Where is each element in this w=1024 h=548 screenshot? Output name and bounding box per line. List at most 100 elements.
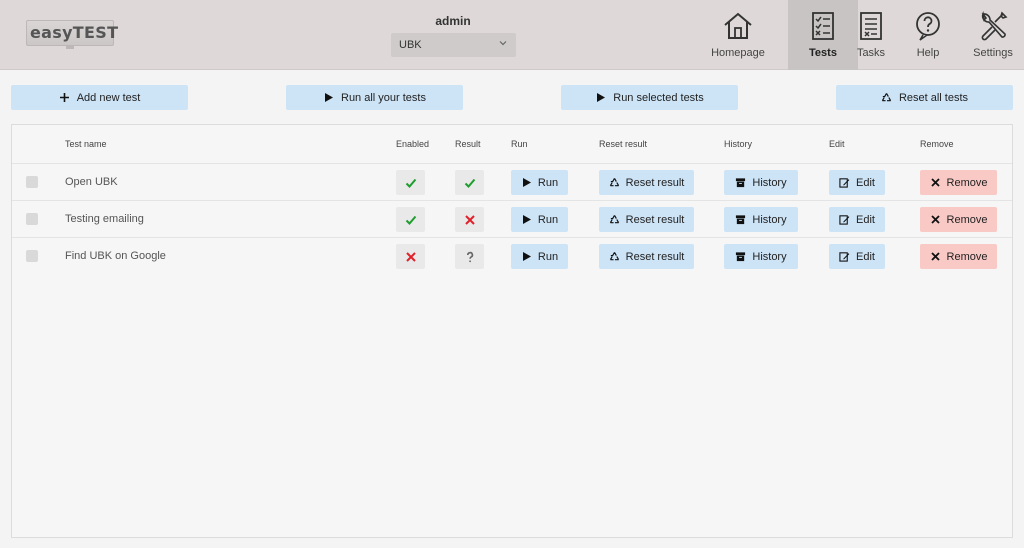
- run-button-label: Run: [537, 250, 559, 263]
- reset-result-label: Reset result: [625, 176, 685, 189]
- remove-button-label: Remove: [946, 250, 988, 263]
- test-name: Testing emailing: [65, 213, 144, 225]
- cross-icon: [405, 251, 416, 262]
- app-header: easyTEST admin UBK Homepage Tests Tasks …: [0, 0, 1024, 70]
- settings-icon: [981, 10, 1008, 41]
- column-header-run: Run: [511, 139, 528, 149]
- app-logo[interactable]: easyTEST: [26, 20, 119, 50]
- close-icon: [930, 215, 940, 224]
- nav-settings-label: Settings: [973, 47, 1013, 59]
- reset-all-tests-label: Reset all tests: [898, 91, 969, 104]
- column-header-remove: Remove: [920, 139, 954, 149]
- question-icon: [466, 251, 473, 262]
- test-name: Open UBK: [65, 176, 118, 188]
- edit-icon: [839, 215, 850, 225]
- edit-icon: [839, 178, 850, 188]
- remove-button[interactable]: Remove: [920, 170, 997, 195]
- plus-icon: [59, 93, 69, 102]
- history-button[interactable]: History: [724, 170, 798, 195]
- row-select-checkbox[interactable]: [26, 250, 38, 262]
- reset-result-label: Reset result: [625, 213, 685, 226]
- column-header-history: History: [724, 139, 753, 149]
- check-icon: [405, 178, 416, 188]
- close-icon: [930, 252, 940, 261]
- enabled-status: [396, 207, 425, 232]
- nav-homepage[interactable]: Homepage: [703, 0, 773, 70]
- recycle-icon: [881, 93, 892, 102]
- row-select-checkbox[interactable]: [26, 176, 38, 188]
- reset-result-button[interactable]: Reset result: [599, 170, 694, 195]
- enabled-status: [396, 244, 425, 269]
- play-icon: [522, 252, 531, 261]
- nav-help[interactable]: Help: [893, 0, 963, 70]
- column-header-result: Result: [455, 139, 481, 149]
- help-icon: [916, 12, 940, 41]
- row-select-checkbox[interactable]: [26, 213, 38, 225]
- edit-button[interactable]: Edit: [829, 244, 885, 269]
- nav-settings[interactable]: Settings: [958, 0, 1024, 70]
- tests-table: Test name Enabled Result Run Reset resul…: [11, 124, 1013, 538]
- play-icon: [325, 93, 333, 102]
- recycle-icon: [609, 252, 619, 261]
- run-selected-tests-label: Run selected tests: [613, 91, 704, 104]
- nav-help-label: Help: [916, 47, 940, 59]
- current-user: admin: [435, 14, 471, 28]
- edit-button-label: Edit: [856, 250, 875, 263]
- reset-all-tests-button[interactable]: Reset all tests: [836, 85, 1013, 110]
- history-button-label: History: [752, 176, 787, 189]
- run-all-tests-label: Run all your tests: [341, 91, 426, 104]
- run-all-tests-button[interactable]: Run all your tests: [286, 85, 463, 110]
- table-row: Find UBK on Google Run Reset result Hist…: [12, 237, 1012, 274]
- add-new-test-label: Add new test: [76, 91, 141, 104]
- run-selected-tests-button[interactable]: Run selected tests: [561, 85, 738, 110]
- reset-result-button[interactable]: Reset result: [599, 207, 694, 232]
- logo-text: easyTEST: [30, 23, 119, 42]
- check-icon: [405, 215, 416, 225]
- table-row: Testing emailing Run Reset result Histor…: [12, 200, 1012, 237]
- column-header-edit: Edit: [829, 139, 845, 149]
- result-status: [455, 244, 484, 269]
- recycle-icon: [609, 178, 619, 187]
- remove-button[interactable]: Remove: [920, 244, 997, 269]
- table-row: Open UBK Run Reset result History Edit R…: [12, 163, 1012, 200]
- reset-result-label: Reset result: [625, 250, 685, 263]
- edit-button[interactable]: Edit: [829, 170, 885, 195]
- cross-icon: [464, 214, 475, 225]
- history-button[interactable]: History: [724, 244, 798, 269]
- column-header-test-name: Test name: [65, 139, 107, 149]
- play-icon: [597, 93, 606, 102]
- project-select-value: UBK: [399, 39, 422, 51]
- archive-icon: [736, 252, 746, 262]
- remove-button-label: Remove: [946, 213, 988, 226]
- run-button[interactable]: Run: [511, 170, 568, 195]
- play-icon: [522, 178, 531, 187]
- checklist-icon: [812, 12, 834, 40]
- run-button[interactable]: Run: [511, 207, 568, 232]
- history-button-label: History: [752, 250, 787, 263]
- nav-homepage-label: Homepage: [711, 47, 765, 59]
- history-button-label: History: [752, 213, 787, 226]
- chevron-down-icon: [499, 41, 507, 46]
- column-header-reset-result: Reset result: [599, 139, 648, 149]
- tasks-icon: [860, 12, 882, 40]
- history-button[interactable]: History: [724, 207, 798, 232]
- column-header-enabled: Enabled: [396, 139, 430, 149]
- edit-icon: [839, 252, 850, 262]
- enabled-status: [396, 170, 425, 195]
- close-icon: [930, 178, 940, 187]
- project-select[interactable]: UBK: [391, 33, 516, 57]
- result-status: [455, 170, 484, 195]
- play-icon: [522, 215, 531, 224]
- reset-result-button[interactable]: Reset result: [599, 244, 694, 269]
- add-new-test-button[interactable]: Add new test: [11, 85, 188, 110]
- recycle-icon: [609, 215, 619, 224]
- edit-button-label: Edit: [856, 213, 875, 226]
- run-button[interactable]: Run: [511, 244, 568, 269]
- result-status: [455, 207, 484, 232]
- run-button-label: Run: [537, 213, 559, 226]
- edit-button[interactable]: Edit: [829, 207, 885, 232]
- test-name: Find UBK on Google: [65, 250, 166, 262]
- remove-button[interactable]: Remove: [920, 207, 997, 232]
- edit-button-label: Edit: [856, 176, 875, 189]
- home-icon: [724, 12, 752, 39]
